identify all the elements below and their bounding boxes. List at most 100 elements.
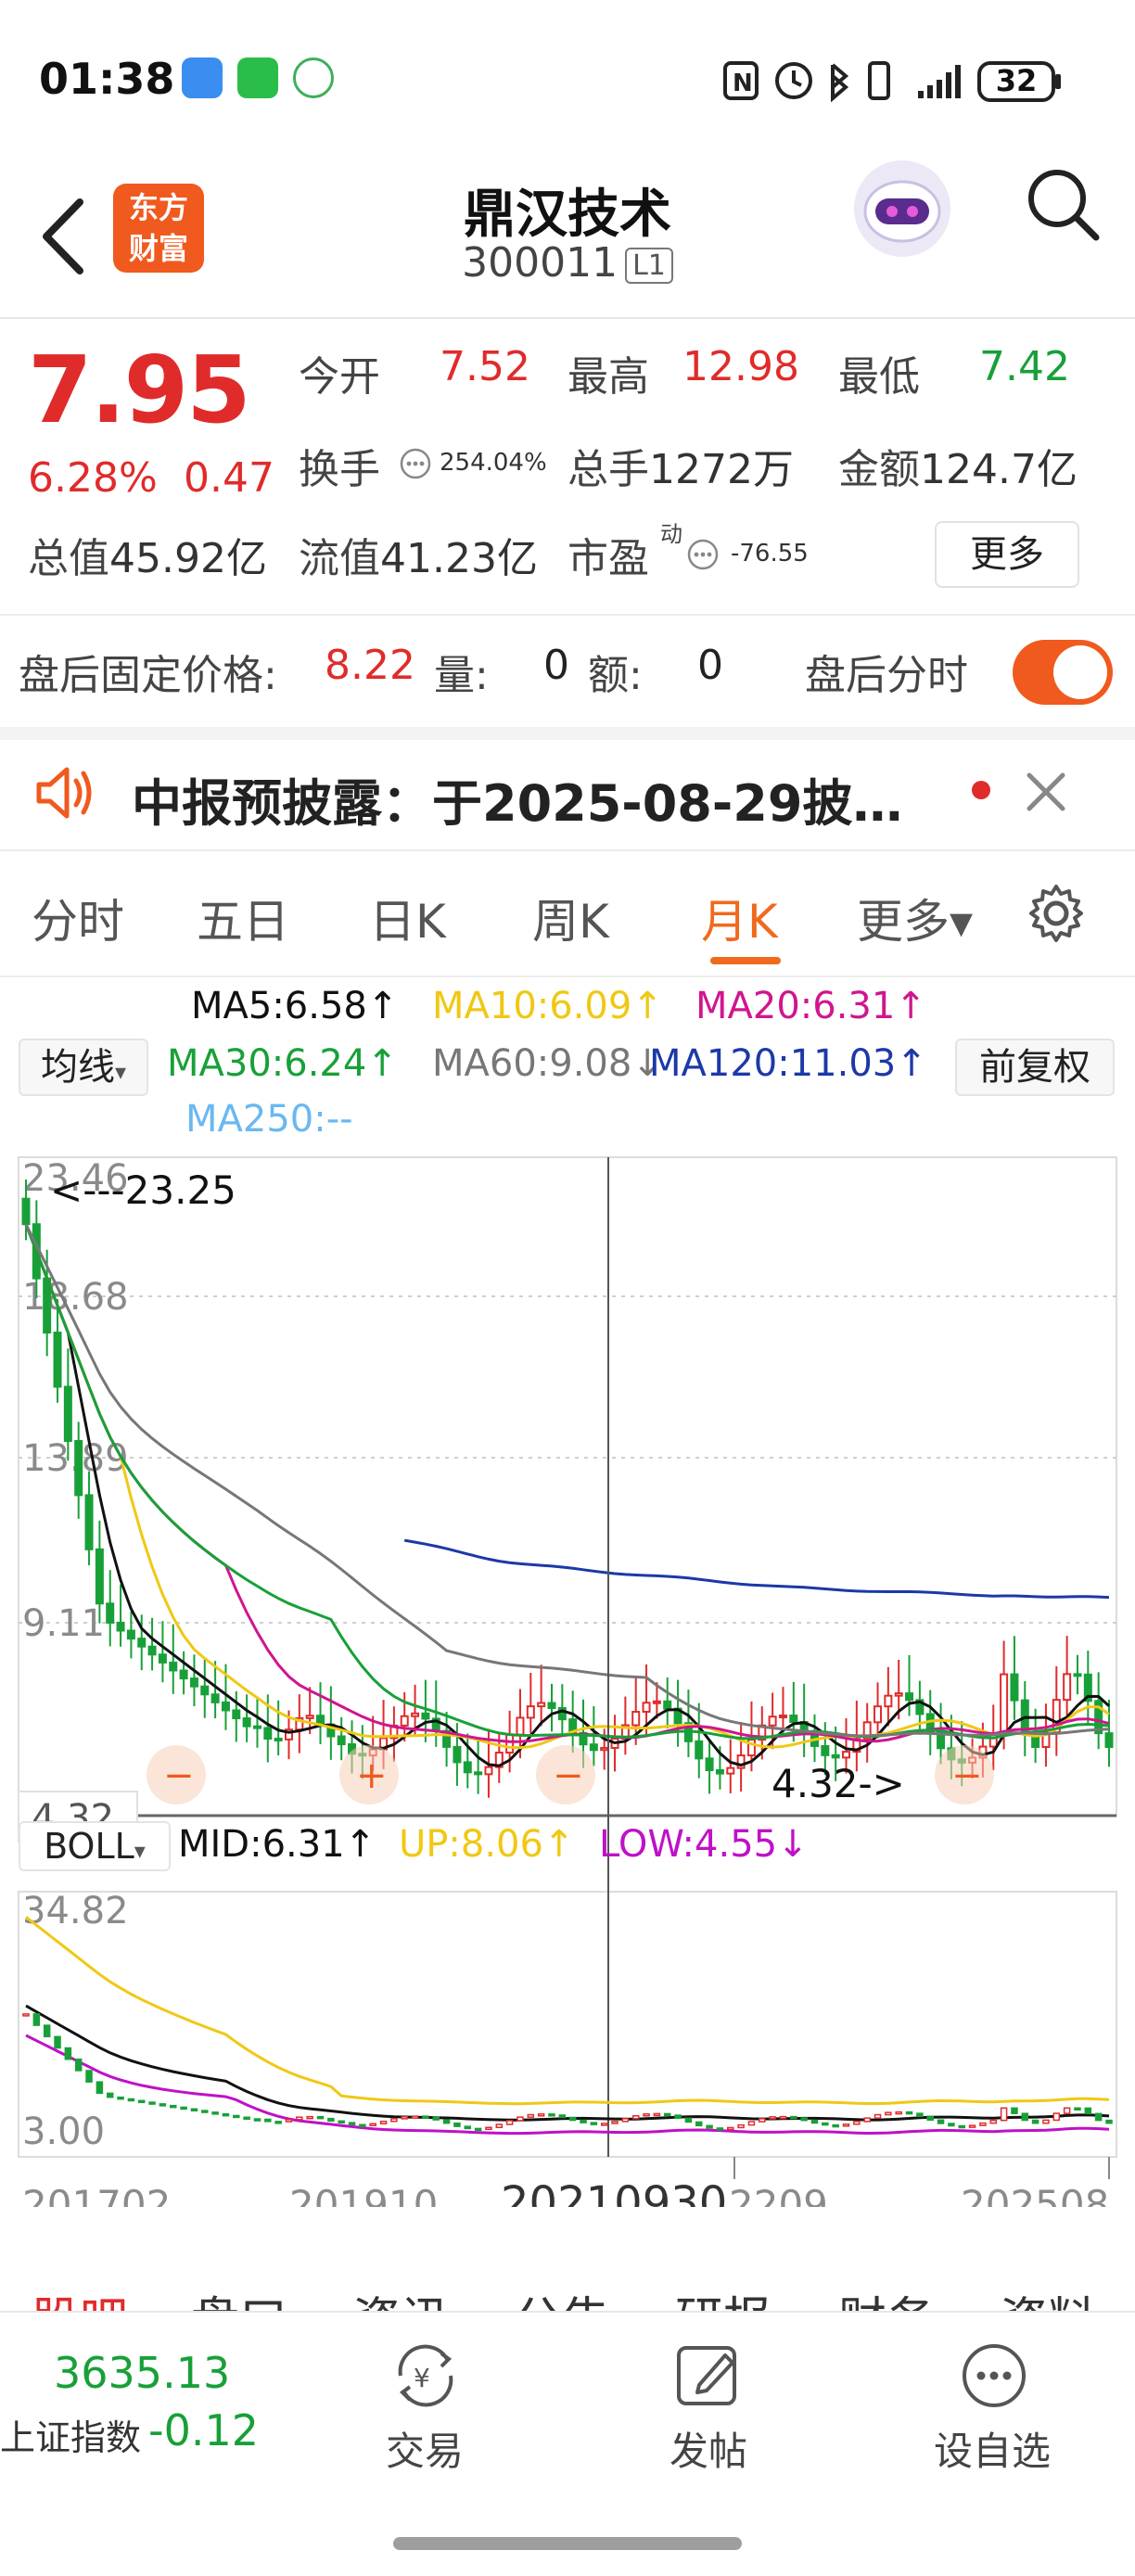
after-hours-bar: 盘后固定价格: 8.22 量: 0 额: 0 盘后分时: [0, 616, 1135, 740]
boll-candle: [1105, 2119, 1113, 2124]
section-tab-announce[interactable]: 公告: [514, 2281, 610, 2311]
section-tab-news[interactable]: 资讯: [352, 2281, 449, 2311]
ma5-label: MA5:6.58↑: [191, 985, 399, 1027]
level-badge[interactable]: L1: [625, 247, 673, 284]
candle-body: [232, 1709, 241, 1720]
pe-value: -76.55: [731, 540, 809, 567]
turnover-value: 254.04%: [440, 449, 547, 477]
candle-body: [95, 1548, 104, 1605]
boll-candle: [211, 2111, 219, 2115]
trade-icon[interactable]: ¥: [384, 2339, 467, 2413]
tab-timeshare[interactable]: 分时: [32, 885, 124, 951]
candle-body: [842, 1751, 851, 1759]
search-icon[interactable]: [1024, 165, 1102, 243]
boll-candle: [527, 2113, 535, 2118]
event-marker-glyph: −: [553, 1754, 584, 1797]
boll-candle: [747, 2121, 756, 2126]
tab-five-day[interactable]: 五日: [197, 885, 289, 951]
boll-selector[interactable]: BOLL▾: [19, 1821, 171, 1871]
candle-body: [263, 1727, 273, 1741]
more-dots-icon[interactable]: [399, 447, 432, 480]
post-label[interactable]: 发帖: [653, 2420, 764, 2477]
candle-body: [1063, 1673, 1072, 1702]
candle-body: [778, 1715, 787, 1719]
fixed-price-label: 盘后固定价格:: [19, 652, 277, 699]
turnover-label: 换手: [299, 446, 380, 493]
chart-canvas[interactable]: 23.4618.6813.899.11<---23.254.32->−+−−4.…: [0, 1150, 1135, 2229]
boll-candle: [706, 2124, 713, 2129]
index-change[interactable]: -0.12: [148, 2405, 259, 2455]
app-notify-icon: [293, 57, 334, 98]
boll-candle: [968, 2124, 976, 2128]
ah-timeshare-label: 盘后分时: [805, 652, 968, 699]
stock-name: 鼎汉技术: [464, 185, 671, 245]
candle-body: [695, 1740, 704, 1760]
boll-candle: [106, 2092, 114, 2098]
cursor-date-label: 20210930: [501, 2177, 727, 2207]
more-circle-icon[interactable]: [957, 2339, 1031, 2413]
candle-body: [189, 1677, 198, 1688]
index-name[interactable]: 上证指数: [0, 2409, 141, 2460]
candle-body: [589, 1743, 598, 1752]
candle-body: [1104, 1732, 1114, 1748]
boll-candle: [885, 2111, 892, 2116]
candle-body: [789, 1715, 798, 1723]
more-dots-icon[interactable]: [686, 538, 720, 571]
ma-selector[interactable]: 均线▾: [19, 1039, 148, 1096]
index-value[interactable]: 3635.13: [54, 2348, 230, 2398]
adjust-button[interactable]: 前复权: [955, 1039, 1115, 1096]
boll-candle: [359, 2123, 366, 2127]
boll-candle: [853, 2121, 861, 2125]
boll-candle: [727, 2126, 734, 2131]
open-value: 7.52: [440, 343, 530, 390]
boll-candle: [631, 2115, 640, 2120]
candle-body: [21, 1197, 31, 1226]
notice-bar[interactable]: 中报预披露：于2025-08-29披…: [0, 740, 1135, 851]
event-marker-glyph: +: [356, 1754, 388, 1797]
candle-body: [652, 1700, 661, 1704]
candle-body: [874, 1705, 883, 1724]
candle-body: [821, 1744, 830, 1756]
close-icon[interactable]: [1018, 764, 1074, 820]
tab-monthly-k[interactable]: 月K: [701, 885, 778, 951]
boll-candle: [1021, 2112, 1029, 2122]
section-tab-profile[interactable]: 资料: [1000, 2281, 1096, 2311]
candle-body: [715, 1768, 724, 1775]
notice-text[interactable]: 中报预披露：于2025-08-29披…: [132, 762, 902, 835]
section-tab-finance[interactable]: 财务: [838, 2281, 935, 2311]
compose-post-icon[interactable]: [671, 2339, 746, 2413]
volume-value: 1272万: [649, 446, 794, 493]
boll-candle: [316, 2115, 325, 2120]
battery-level: 32: [995, 63, 1038, 98]
amount-value: 124.7亿: [920, 446, 1078, 493]
boll-low-label: LOW:4.55↓: [599, 1823, 809, 1866]
trade-label[interactable]: 交易: [369, 2420, 480, 2477]
tab-more[interactable]: 更多▾: [857, 885, 973, 951]
boll-mid-label: MID:6.31↑: [178, 1823, 376, 1866]
boll-candle: [863, 2117, 871, 2123]
home-indicator[interactable]: [393, 2537, 742, 2550]
boll-candle: [653, 2112, 661, 2117]
candle-body: [421, 1712, 430, 1720]
gear-icon[interactable]: [1026, 883, 1087, 944]
more-button[interactable]: 更多: [935, 521, 1079, 588]
watchlist-label[interactable]: 设自选: [918, 2420, 1066, 2477]
boll-candle: [810, 2119, 819, 2124]
section-tab-pankou[interactable]: 盘口: [191, 2281, 287, 2311]
boll-candle: [643, 2112, 650, 2117]
low-label: 最低: [838, 353, 920, 401]
ah-timeshare-toggle[interactable]: [1013, 640, 1113, 705]
kline-chart[interactable]: 23.4618.6813.899.11<---23.254.32->−+−−4.…: [0, 1150, 1135, 2229]
section-tab-research[interactable]: 研报: [675, 2281, 772, 2311]
boll-candle: [474, 2127, 482, 2132]
boll-candle: [674, 2114, 682, 2120]
max-price-annotation: <---23.25: [50, 1167, 236, 1213]
tab-weekly-k[interactable]: 周K: [532, 885, 609, 951]
robot-avatar-icon[interactable]: [851, 158, 953, 260]
section-tab-guba[interactable]: 股吧: [32, 2281, 128, 2311]
boll-candle: [989, 2119, 998, 2124]
candle-body: [74, 1439, 83, 1497]
tab-daily-k[interactable]: 日K: [369, 885, 446, 951]
candle-body: [1000, 1673, 1009, 1735]
status-bar: 01:38 N 32: [0, 0, 1135, 158]
